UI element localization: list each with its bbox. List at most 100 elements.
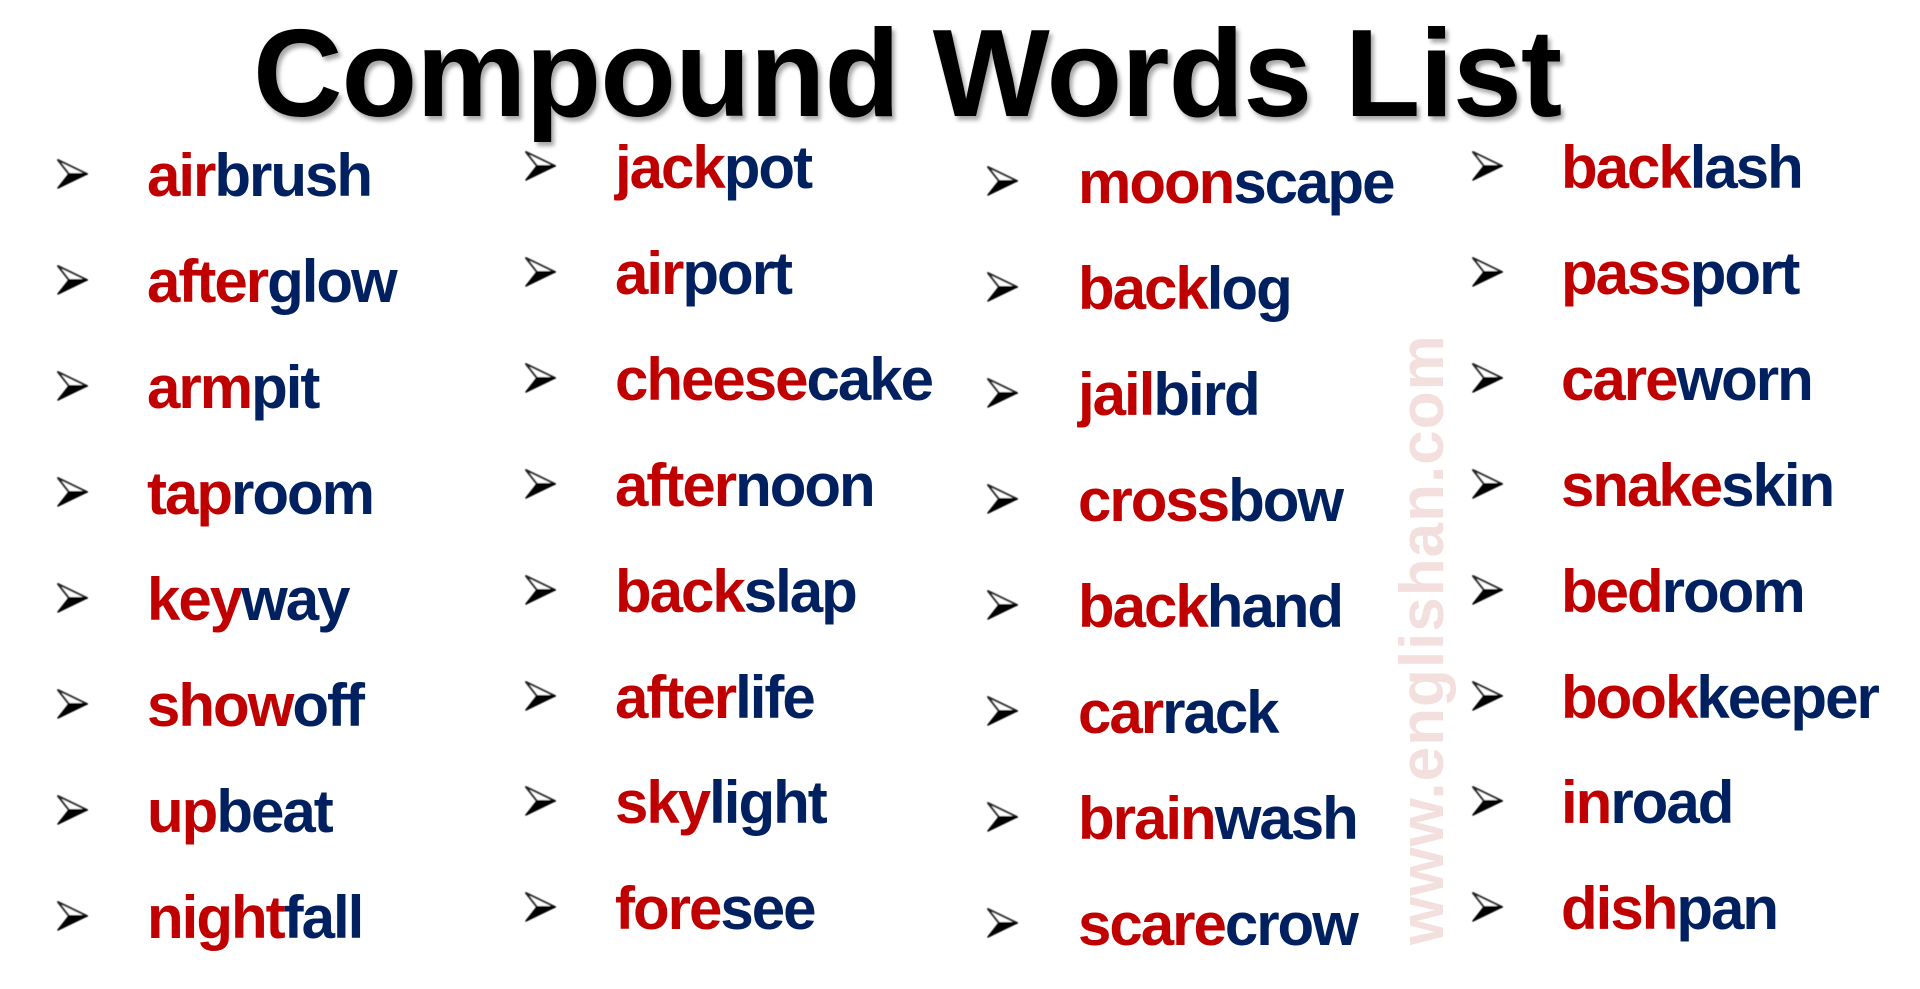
arrowhead-bullet-icon: [985, 907, 1019, 939]
compound-word: afterlife: [615, 658, 816, 738]
arrowhead-bullet-icon: [1470, 256, 1504, 288]
compound-word: skylight: [615, 763, 828, 843]
word-first-part: back: [1561, 134, 1692, 201]
compound-word: airport: [615, 234, 793, 314]
arrowhead-bullet-icon: [523, 574, 557, 606]
word-second-part: see: [720, 875, 816, 943]
arrowhead-bullet-icon: [1470, 362, 1504, 394]
word-first-part: air: [615, 239, 684, 307]
compound-word: brainwash: [1078, 779, 1359, 859]
arrowhead-bullet-icon: [523, 256, 557, 288]
list-item: bookkeeper: [0, 658, 1880, 738]
word-second-part: cake: [806, 345, 934, 413]
arrowhead-bullet-icon: [1470, 680, 1504, 712]
word-second-part: bird: [1153, 361, 1260, 428]
word-first-part: bed: [1561, 557, 1664, 625]
compound-word: moonscape: [1078, 143, 1395, 223]
compound-word: cheesecake: [615, 340, 934, 420]
compound-word: jailbird: [1078, 355, 1261, 435]
word-first-part: brain: [1078, 785, 1217, 852]
word-second-part: worn: [1676, 345, 1813, 413]
arrowhead-bullet-icon: [985, 377, 1019, 409]
word-second-part: hand: [1206, 573, 1344, 640]
compound-word: afternoon: [615, 446, 876, 526]
compound-word: passport: [1561, 234, 1801, 314]
compound-word: inroad: [1561, 763, 1734, 843]
word-first-part: after: [615, 663, 737, 731]
arrowhead-bullet-icon: [985, 801, 1019, 833]
list-item: inroad: [0, 763, 1734, 843]
arrowhead-bullet-icon: [985, 589, 1019, 621]
arrowhead-bullet-icon: [523, 468, 557, 500]
word-first-part: snake: [1561, 451, 1723, 519]
word-second-part: noon: [735, 451, 876, 519]
word-first-part: car: [1078, 679, 1164, 746]
word-second-part: skin: [1721, 451, 1835, 519]
compound-word: snakeskin: [1561, 446, 1835, 526]
word-first-part: cross: [1078, 467, 1230, 534]
arrowhead-bullet-icon: [523, 785, 557, 817]
word-second-part: log: [1206, 255, 1293, 322]
list-item: backlash: [0, 128, 1804, 208]
word-second-part: slap: [743, 557, 858, 625]
compound-word: jackpot: [615, 128, 813, 208]
compound-word: backslap: [615, 552, 858, 632]
word-first-part: fore: [615, 875, 722, 943]
word-second-part: scape: [1233, 149, 1395, 216]
compound-word: backlog: [1078, 249, 1293, 329]
list-item: snakeskin: [0, 446, 1835, 526]
page-title: Compound Words List: [253, 5, 1562, 143]
word-first-part: dish: [1561, 875, 1678, 943]
list-item: passport: [0, 234, 1800, 314]
word-second-part: road: [1610, 769, 1734, 837]
compound-word: foresee: [615, 869, 816, 949]
word-first-part: scare: [1078, 891, 1227, 958]
arrowhead-bullet-icon: [985, 165, 1019, 197]
word-first-part: jack: [615, 134, 726, 201]
compound-word: crossbow: [1078, 461, 1344, 541]
arrowhead-bullet-icon: [1470, 785, 1504, 817]
arrowhead-bullet-icon: [1470, 150, 1504, 182]
arrowhead-bullet-icon: [523, 150, 557, 182]
arrowhead-bullet-icon: [1470, 891, 1504, 923]
word-first-part: jail: [1078, 361, 1155, 428]
arrowhead-bullet-icon: [523, 680, 557, 712]
compound-word: carrack: [1078, 673, 1280, 753]
word-second-part: light: [709, 769, 828, 837]
arrowhead-bullet-icon: [1470, 574, 1504, 606]
compound-word: bedroom: [1561, 552, 1806, 632]
word-first-part: cheese: [615, 345, 808, 413]
word-first-part: book: [1561, 663, 1698, 731]
list-item: careworn: [0, 340, 1814, 420]
word-second-part: keeper: [1696, 663, 1879, 731]
word-second-part: pot: [723, 134, 813, 201]
word-second-part: port: [682, 239, 793, 307]
arrowhead-bullet-icon: [1470, 468, 1504, 500]
compound-word: backlash: [1561, 128, 1804, 208]
watermark: www.englishan.com: [1388, 334, 1457, 945]
arrowhead-bullet-icon: [523, 362, 557, 394]
word-second-part: wash: [1214, 785, 1359, 852]
list-item: bedroom: [0, 552, 1806, 632]
compound-word: careworn: [1561, 340, 1814, 420]
word-second-part: port: [1689, 239, 1801, 307]
word-first-part: back: [615, 557, 746, 625]
word-second-part: bow: [1228, 467, 1344, 534]
word-second-part: crow: [1224, 891, 1359, 958]
word-second-part: pan: [1676, 875, 1779, 943]
arrowhead-bullet-icon: [985, 695, 1019, 727]
word-second-part: rack: [1162, 679, 1279, 746]
word-first-part: moon: [1078, 149, 1235, 216]
word-first-part: back: [1078, 255, 1209, 322]
compound-word: dishpan: [1561, 869, 1779, 949]
word-first-part: pass: [1561, 239, 1692, 307]
word-first-part: back: [1078, 573, 1209, 640]
word-first-part: after: [615, 451, 737, 519]
word-second-part: life: [735, 663, 816, 731]
word-first-part: in: [1561, 769, 1612, 837]
compound-word: bookkeeper: [1561, 658, 1880, 738]
word-second-part: room: [1661, 557, 1806, 625]
compound-word: backhand: [1078, 567, 1344, 647]
word-first-part: sky: [615, 769, 711, 837]
word-column-4: backlash passport careworn snakeskin bedroom…: [0, 0, 1880, 989]
